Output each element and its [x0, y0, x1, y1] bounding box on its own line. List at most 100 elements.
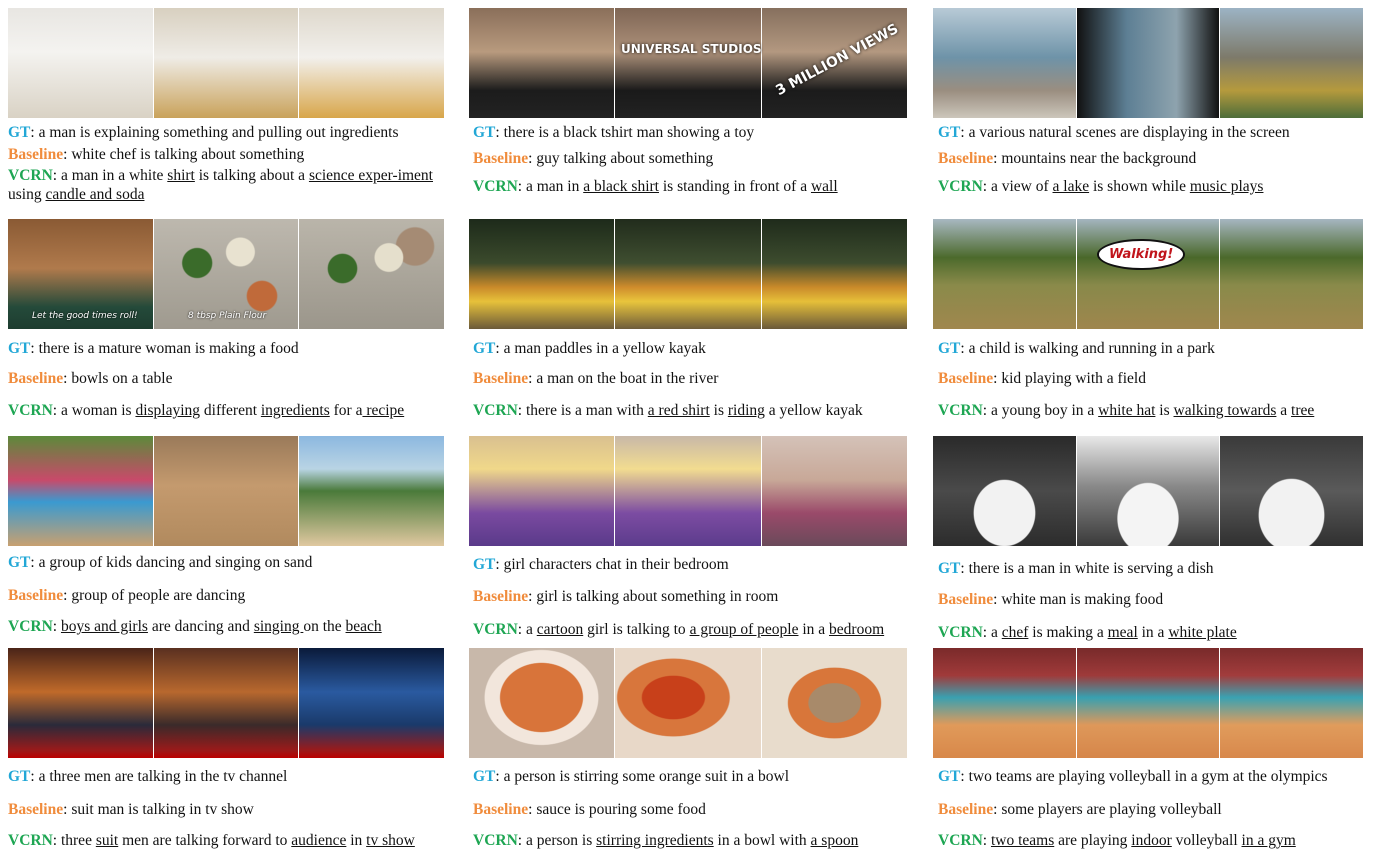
baseline-label: Baseline — [938, 801, 994, 818]
video-frame-1 — [933, 8, 1076, 118]
vcrn-text: in a — [798, 621, 830, 638]
baseline-text: white man is making food — [1001, 591, 1164, 608]
video-frame-2 — [153, 436, 299, 546]
video-frame-strip: Walking! — [933, 219, 1363, 329]
baseline-text: white chef is talking about something — [71, 146, 305, 163]
baseline-caption: Baseline: a man on the boat in the river — [473, 370, 719, 387]
video-frame-3 — [299, 648, 444, 758]
vcrn-label: VCRN — [938, 178, 983, 195]
video-frame-2 — [1076, 436, 1220, 546]
video-frame-2 — [615, 436, 761, 546]
vcrn-highlight: white plate — [1168, 624, 1237, 641]
baseline-label: Baseline — [938, 150, 994, 167]
gt-caption: GT: a man is explaining something and pu… — [8, 124, 399, 141]
baseline-text: suit man is talking in tv show — [71, 801, 254, 818]
vcrn-text: in — [346, 832, 367, 849]
gt-label: GT — [473, 124, 496, 141]
vcrn-text: a person is — [525, 832, 597, 849]
vcrn-highlight: candle and soda — [45, 186, 145, 203]
frame-text-overlay: Walking! — [1097, 239, 1186, 270]
video-frame-strip — [469, 648, 907, 758]
video-frame-strip — [8, 8, 444, 118]
baseline-label: Baseline — [8, 370, 64, 387]
video-frame-2 — [615, 8, 761, 118]
vcrn-caption: VCRN: a man in a black shirt is standing… — [473, 178, 838, 195]
vcrn-highlight: chef — [1001, 624, 1029, 641]
baseline-text: sauce is pouring some food — [536, 801, 706, 818]
vcrn-highlight: cartoon — [536, 621, 584, 638]
vcrn-caption: VCRN: a view of a lake is shown while mu… — [938, 178, 1264, 195]
vcrn-text: is shown while — [1089, 178, 1190, 195]
gt-label: GT — [473, 768, 496, 785]
video-frame-strip — [933, 8, 1363, 118]
video-frame-3 — [1220, 8, 1363, 118]
vcrn-highlight: meal — [1107, 624, 1138, 641]
video-frame-2 — [153, 648, 299, 758]
video-frame-3 — [299, 8, 444, 118]
vcrn-highlight: ingredients — [260, 402, 330, 419]
vcrn-highlight: a spoon — [810, 832, 859, 849]
vcrn-label: VCRN — [938, 402, 983, 419]
gt-label: GT — [8, 340, 31, 357]
gt-text: two teams are playing volleyball in a gy… — [968, 768, 1328, 785]
vcrn-text: a — [990, 624, 1002, 641]
baseline-caption: Baseline: kid playing with a field — [938, 370, 1146, 387]
video-frame-1 — [8, 648, 153, 758]
vcrn-highlight: in a gym — [1241, 832, 1296, 849]
video-frame-strip — [933, 436, 1363, 546]
gt-caption: GT: a person is stirring some orange sui… — [473, 768, 790, 785]
vcrn-text: men are talking forward to — [118, 832, 292, 849]
gt-text: there is a man in white is serving a dis… — [968, 560, 1214, 577]
vcrn-highlight: displaying — [135, 402, 201, 419]
gt-caption: GT: two teams are playing volleyball in … — [938, 768, 1328, 785]
video-frame-3 — [761, 648, 907, 758]
vcrn-text: three — [60, 832, 96, 849]
baseline-label: Baseline — [473, 370, 529, 387]
video-frame-strip — [8, 648, 444, 758]
vcrn-text: using — [8, 186, 46, 203]
baseline-label: Baseline — [938, 370, 994, 387]
gt-caption: GT: there is a black tshirt man showing … — [473, 124, 755, 141]
vcrn-text: a — [1276, 402, 1292, 419]
vcrn-caption: VCRN: a woman is displaying different in… — [8, 402, 405, 419]
vcrn-text: volleyball — [1171, 832, 1242, 849]
vcrn-highlight: riding — [727, 402, 765, 419]
gt-label: GT — [473, 556, 496, 573]
baseline-caption: Baseline: girl is talking about somethin… — [473, 588, 779, 605]
vcrn-text: girl is talking to — [583, 621, 690, 638]
vcrn-caption: VCRN: there is a man with a red shirt is… — [473, 402, 863, 419]
vcrn-caption: VCRN: a young boy in a white hat is walk… — [938, 402, 1315, 419]
baseline-text: group of people are dancing — [71, 587, 246, 604]
baseline-label: Baseline — [938, 591, 994, 608]
baseline-label: Baseline — [8, 801, 64, 818]
baseline-label: Baseline — [8, 587, 64, 604]
vcrn-highlight: two teams — [990, 832, 1055, 849]
vcrn-highlight: singing — [253, 618, 304, 635]
vcrn-text: a view of — [990, 178, 1053, 195]
video-frame-1 — [8, 8, 153, 118]
vcrn-caption: VCRN: three suit men are talking forward… — [8, 832, 415, 849]
vcrn-highlight: beach — [345, 618, 382, 635]
vcrn-text: is making a — [1028, 624, 1108, 641]
vcrn-text: a woman is — [60, 402, 136, 419]
vcrn-label: VCRN — [8, 402, 53, 419]
video-frame-strip — [8, 436, 444, 546]
video-frame-1 — [469, 436, 615, 546]
vcrn-text: is — [1155, 402, 1174, 419]
vcrn-text: is standing in front of a — [658, 178, 811, 195]
video-frame-strip — [469, 436, 907, 546]
gt-label: GT — [8, 124, 31, 141]
video-frame-1 — [469, 219, 615, 329]
vcrn-text: is — [709, 402, 728, 419]
gt-label: GT — [8, 768, 31, 785]
video-frame-1 — [933, 219, 1076, 329]
video-frame-3 — [299, 219, 444, 329]
video-frame-strip — [933, 648, 1363, 758]
gt-label: GT — [938, 124, 961, 141]
gt-text: a child is walking and running in a park — [968, 340, 1215, 357]
vcrn-label: VCRN — [938, 832, 983, 849]
gt-caption: GT: girl characters chat in their bedroo… — [473, 556, 729, 573]
baseline-caption: Baseline: some players are playing volle… — [938, 801, 1222, 818]
vcrn-highlight: science exper-iment — [308, 167, 433, 184]
video-frame-1 — [8, 436, 153, 546]
